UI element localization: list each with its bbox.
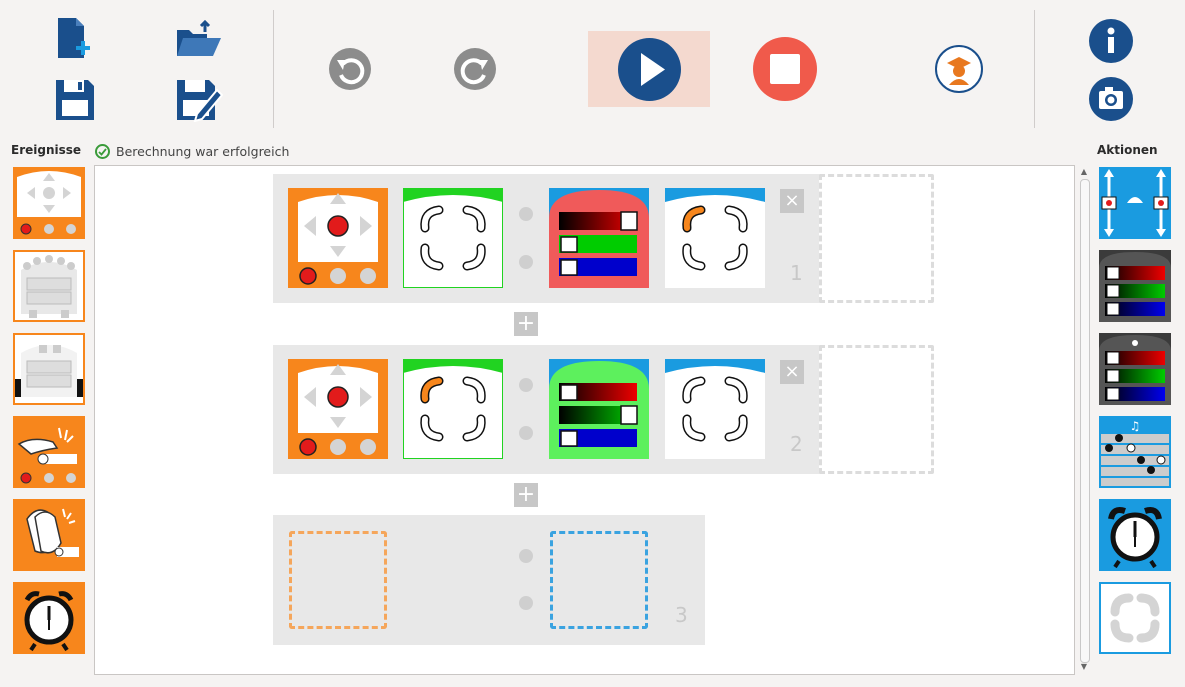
empty-event-slot[interactable] — [289, 531, 387, 629]
toolbar-separator — [273, 10, 274, 128]
camera-icon — [1099, 87, 1123, 109]
redo-icon — [460, 58, 488, 85]
screenshot-button[interactable] — [1089, 77, 1133, 121]
action-music-tile[interactable]: ♫ — [1099, 416, 1171, 488]
play-icon — [641, 53, 665, 86]
state-set-action-block[interactable] — [665, 188, 765, 288]
event-tap-tile[interactable] — [13, 416, 85, 488]
open-file-button[interactable] — [175, 19, 223, 60]
row-number: 2 — [790, 432, 803, 456]
event-clap-tile[interactable] — [13, 499, 85, 571]
scrollbar-thumb[interactable] — [1080, 179, 1090, 663]
separator-dot — [519, 596, 533, 610]
stop-icon — [770, 54, 800, 84]
teacher-mode-button[interactable] — [935, 45, 983, 93]
state-filter-block[interactable] — [403, 359, 503, 459]
buttons-event-block[interactable] — [288, 359, 388, 459]
state-quadrants-icon — [1110, 593, 1160, 643]
action-top-color-tile[interactable] — [1099, 250, 1171, 322]
check-circle-icon — [95, 143, 110, 159]
separator-dot — [519, 426, 533, 440]
motors-icon — [1101, 169, 1169, 237]
separator-dot — [519, 255, 533, 269]
save-as-icon — [177, 80, 224, 123]
event-buttons-tile[interactable] — [13, 167, 85, 239]
rgb-sliders-icon — [1099, 252, 1171, 322]
scroll-up-arrow[interactable]: ▲ — [1079, 167, 1089, 177]
add-row-button[interactable]: + — [514, 312, 538, 336]
events-panel-title: Ereignisse — [11, 143, 82, 157]
redo-button[interactable] — [454, 48, 496, 90]
action-timer-tile[interactable] — [1099, 499, 1171, 571]
action-state-tile[interactable] — [1099, 582, 1171, 654]
row-number: 3 — [675, 603, 688, 627]
stop-button[interactable] — [753, 37, 817, 101]
robot-buttons-icon — [298, 364, 378, 456]
tap-hand-icon — [17, 427, 77, 484]
alarm-clock-icon — [1108, 507, 1162, 569]
toolbar-separator — [1034, 10, 1035, 128]
undo-button[interactable] — [329, 48, 371, 90]
color-top-action-block[interactable] — [549, 188, 649, 288]
separator-dot — [519, 378, 533, 392]
floppy-disk-icon — [56, 80, 94, 120]
empty-action-slot[interactable] — [819, 345, 934, 474]
scroll-down-arrow[interactable]: ▼ — [1079, 662, 1089, 672]
proximity-sensors-icon — [21, 255, 77, 318]
state-quadrants-icon — [665, 195, 765, 288]
graduate-icon — [947, 57, 971, 85]
row-number: 1 — [790, 261, 803, 285]
state-quadrants-icon — [665, 366, 765, 459]
robot-buttons-icon — [17, 171, 81, 235]
add-row-button[interactable]: + — [514, 483, 538, 507]
remove-row-button[interactable]: × — [780, 360, 804, 384]
state-filter-block[interactable] — [403, 188, 503, 288]
state-set-action-block[interactable] — [665, 359, 765, 459]
svg-text:♫: ♫ — [1130, 419, 1141, 433]
rgb-bottom-icon — [1099, 335, 1171, 405]
status-message: Berechnung war erfolgreich — [95, 141, 289, 161]
open-folder-icon — [177, 19, 221, 56]
remove-row-button[interactable]: × — [780, 189, 804, 213]
save-as-button[interactable] — [175, 78, 224, 123]
robot-buttons-icon — [298, 193, 378, 285]
new-file-icon — [58, 18, 90, 58]
clap-hands-icon — [26, 508, 79, 557]
actions-panel-title: Aktionen — [1097, 143, 1158, 157]
separator-dot — [519, 207, 533, 221]
music-notes-icon: ♫ — [1101, 419, 1169, 486]
action-bottom-color-tile[interactable] — [1099, 333, 1171, 405]
state-quadrants-icon — [403, 188, 503, 288]
save-button[interactable] — [54, 78, 96, 122]
color-top-action-block[interactable] — [549, 359, 649, 459]
empty-action-slot[interactable] — [819, 174, 934, 303]
state-quadrants-icon — [403, 359, 503, 459]
status-text: Berechnung war erfolgreich — [116, 143, 290, 159]
canvas-scrollbar[interactable]: ▲ ▼ — [1077, 165, 1091, 675]
run-button[interactable] — [618, 38, 681, 101]
event-ground-sensors-tile[interactable] — [13, 333, 85, 405]
info-button[interactable] — [1089, 19, 1133, 63]
separator-dot — [519, 549, 533, 563]
undo-icon — [337, 58, 365, 85]
action-motors-tile[interactable] — [1099, 167, 1171, 239]
empty-action-slot[interactable] — [550, 531, 648, 629]
new-file-button[interactable] — [54, 18, 96, 62]
buttons-event-block[interactable] — [288, 188, 388, 288]
rgb-sliders-icon — [549, 190, 649, 288]
alarm-clock-icon — [24, 591, 74, 652]
event-proximity-tile[interactable] — [13, 250, 85, 322]
rgb-sliders-icon — [549, 361, 649, 459]
ground-sensors-icon — [15, 345, 83, 397]
info-icon — [1107, 27, 1115, 53]
event-timer-tile[interactable] — [13, 582, 85, 654]
